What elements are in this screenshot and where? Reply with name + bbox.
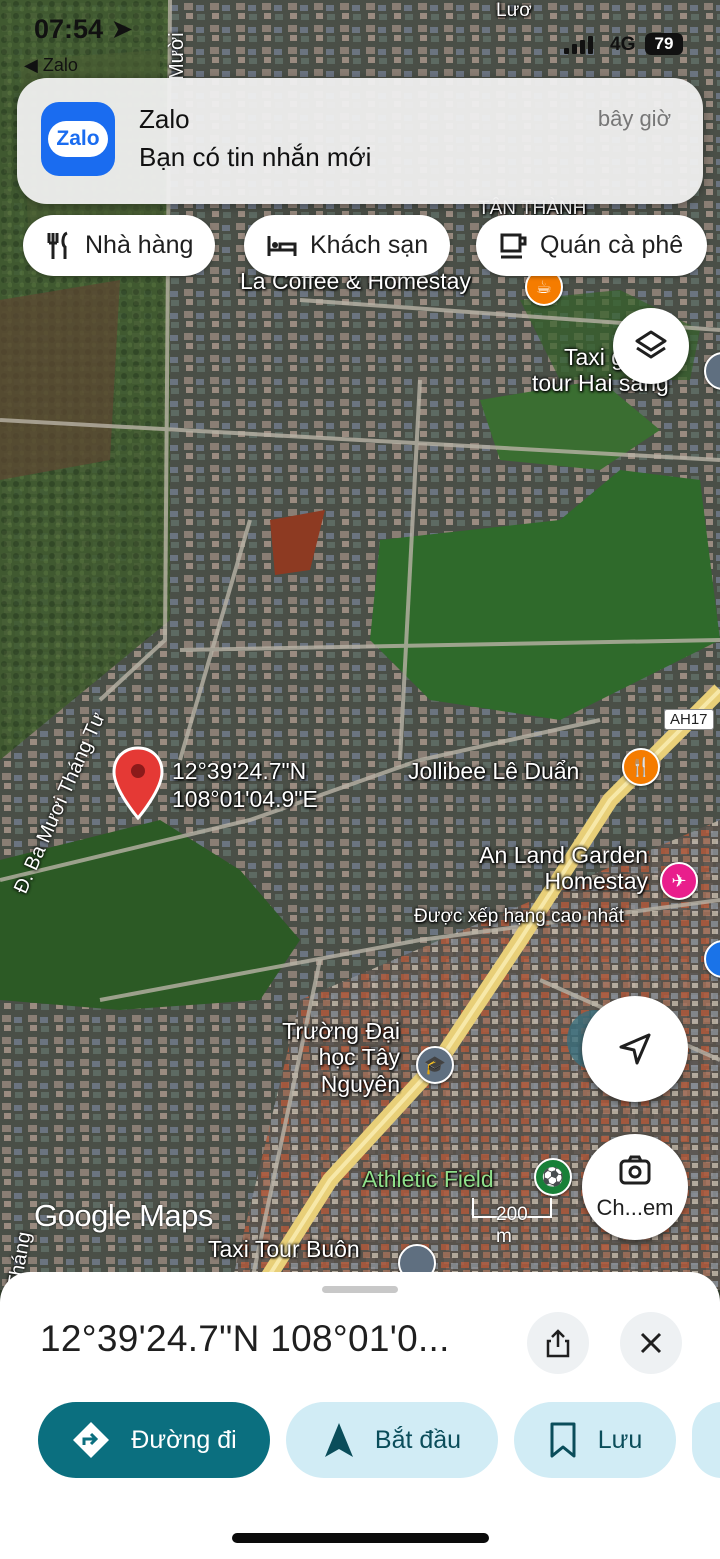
top-rated-label: Được xếp hạng cao nhất [414,906,625,927]
bookmark-icon [550,1422,576,1458]
navigation-arrow-icon [324,1423,353,1457]
notification-time: bây giờ [597,106,671,131]
home-indicator [232,1533,489,1543]
status-time: 07:54 ➤ [34,14,134,44]
save-button[interactable]: Lưu [514,1402,676,1478]
save-label: Lưu [597,1425,643,1454]
camera-explore-button[interactable]: Ch...em [582,1134,688,1240]
highway-shield: AH17 [664,709,714,730]
park-poi-icon[interactable]: ⚽ [534,1158,572,1196]
place-label-athletic-field[interactable]: Athletic Field [362,1166,494,1192]
scale-text: 200 m [496,1204,528,1247]
status-bar: 07:54 ➤ ◀ Zalo 4G 79 [0,0,720,80]
chip-label: Quán cà phê [540,231,684,259]
sheet-drag-handle[interactable] [322,1286,398,1293]
chip-hotels[interactable]: Khách sạn [244,215,451,276]
back-to-app-link[interactable]: ◀ Zalo [24,55,78,76]
chip-label: Nhà hàng [85,231,194,259]
directions-icon [73,1422,110,1458]
chip-coffee[interactable]: Quán cà phê [476,215,708,276]
place-label-tay-nguyen-university[interactable]: Trường Đại học Tây Nguyên [268,1018,400,1097]
close-button[interactable] [620,1312,682,1374]
location-arrow-icon: ➤ [110,14,134,44]
dropped-pin-icon[interactable] [112,746,164,827]
zalo-app-icon: Zalo [41,102,115,176]
layers-icon [635,330,667,359]
pin-coordinates-label: 12°39'24.7"N 108°01'04.9"E [172,758,318,812]
network-type: 4G [610,34,636,55]
layers-button[interactable] [613,308,689,384]
close-icon [640,1332,662,1354]
notification-title: Zalo [139,104,190,134]
place-bottom-sheet[interactable]: 12°39'24.7"N 108°01'0... Đường đi Bắt đầ… [0,1272,720,1559]
battery-icon: 79 [645,33,683,55]
start-button[interactable]: Bắt đầu [286,1402,498,1478]
place-title: 12°39'24.7"N 108°01'0... [40,1318,450,1359]
google-maps-logo: Google Maps [34,1198,213,1233]
camera-button-label: Ch...em [596,1195,674,1220]
directions-label: Đường đi [131,1425,237,1454]
place-label-jollibee[interactable]: Jollibee Lê Duẩn [408,758,579,784]
place-label-taxi-tour-buon[interactable]: Taxi Tour Buôn [208,1236,360,1262]
share-button[interactable] [527,1312,589,1374]
directions-button[interactable]: Đường đi [38,1402,270,1478]
notification-message: Bạn có tin nhắn mới [139,142,372,172]
more-actions-button[interactable] [692,1402,720,1478]
chip-label: Khách sạn [310,231,429,259]
location-arrow-icon [619,1033,651,1065]
share-icon [546,1329,570,1358]
restaurant-icon [47,231,68,259]
chip-restaurants[interactable]: Nhà hàng [23,215,216,276]
place-label-an-land[interactable]: An Land Garden Homestay [448,842,648,895]
my-location-button[interactable] [582,996,688,1102]
hotel-icon [267,235,297,256]
restaurant-poi-icon[interactable]: 🍴 [622,748,660,786]
hotel-poi-icon[interactable]: ✈ [660,862,698,900]
camera-icon [619,1155,651,1185]
zalo-notification[interactable]: Zalo Zalo Bạn có tin nhắn mới bây giờ [17,78,703,204]
start-label: Bắt đầu [374,1425,462,1454]
school-poi-icon[interactable]: 🎓 [416,1046,454,1084]
coffee-icon [500,233,527,258]
signal-icon [564,36,593,54]
